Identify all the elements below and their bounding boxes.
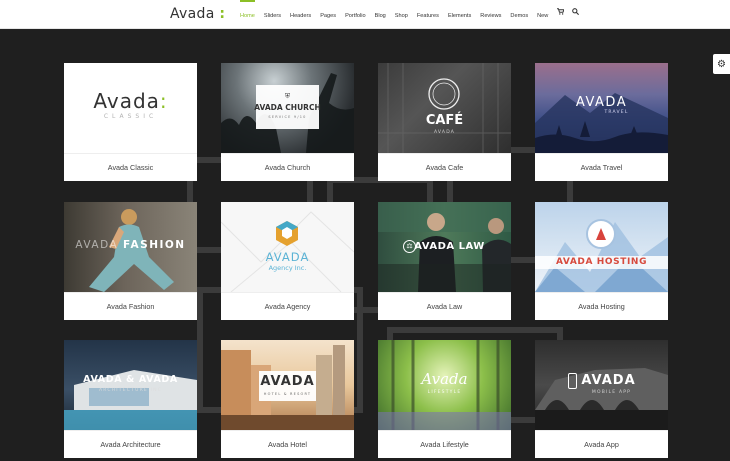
thumb-subtitle: TRAVEL <box>604 110 629 115</box>
nav-item-new[interactable]: New <box>537 0 548 29</box>
thumb-title: AVADA CHURCH <box>254 103 321 112</box>
scales-icon: ⚖ <box>403 240 416 253</box>
demo-thumbnail[interactable]: AVADA TRAVEL <box>535 63 668 153</box>
demo-card-cafe[interactable]: CAFÉ AVADA Avada Cafe <box>378 63 511 181</box>
demo-title[interactable]: Avada Agency <box>221 292 354 320</box>
demo-card-fashion[interactable]: AVADA FASHION Avada Fashion <box>64 202 197 320</box>
thumb-title: AVADA <box>265 250 310 264</box>
demo-card-law[interactable]: AVADA LAW ⚖ Avada Law <box>378 202 511 320</box>
settings-toggle[interactable]: ⚙ <box>713 54 730 74</box>
thumb-subtitle: CLASSIC <box>103 113 158 120</box>
demo-thumbnail[interactable]: AVADA LAW ⚖ <box>378 202 511 292</box>
demo-card-architecture[interactable]: AVADA & AVADA ARCHITECTURE INC Avada Arc… <box>64 340 197 458</box>
nav-item-shop[interactable]: Shop <box>395 0 408 29</box>
nav-item-home[interactable]: Home <box>240 0 255 29</box>
nav-item-portfolio[interactable]: Portfolio <box>345 0 366 29</box>
nav-item-pages[interactable]: Pages <box>320 0 336 29</box>
nav-item-sliders[interactable]: Sliders <box>264 0 281 29</box>
thumb-title: AVADA <box>575 95 628 110</box>
demo-thumbnail[interactable]: AVADA Agency Inc. <box>221 202 354 292</box>
demo-title[interactable]: Avada Hotel <box>221 430 354 458</box>
thumb-subtitle: AVADA <box>433 130 456 135</box>
demo-card-hosting[interactable]: AVADA HOSTING Avada Hosting <box>535 202 668 320</box>
thumb-title: AVADA <box>581 373 636 388</box>
logo-text: Avada <box>170 6 215 22</box>
demo-title[interactable]: Avada Fashion <box>64 292 197 320</box>
demo-title[interactable]: Avada App <box>535 430 668 458</box>
logo-accent: : <box>219 6 226 22</box>
demo-card-app[interactable]: AVADA MOBILE APP Avada App <box>535 340 668 458</box>
demo-title[interactable]: Avada Lifestyle <box>378 430 511 458</box>
shield-icon: ⛨ <box>284 92 291 100</box>
demo-title[interactable]: Avada Classic <box>64 153 197 181</box>
thumb-subtitle: MOBILE APP <box>591 390 632 395</box>
demo-card-hotel[interactable]: AVADA HOTEL & RESORT Avada Hotel <box>221 340 354 458</box>
demo-thumbnail[interactable]: AVADA & AVADA ARCHITECTURE INC <box>64 340 197 430</box>
thumb-title: Avada <box>421 370 468 388</box>
cart-icon[interactable] <box>557 0 566 29</box>
demo-thumbnail[interactable]: AVADA FASHION <box>64 202 197 292</box>
gear-icon: ⚙ <box>717 58 726 70</box>
thumb-subtitle: SERVICE 9/10 <box>268 115 307 119</box>
thumb-accent: FASHION <box>123 239 186 251</box>
mountains-image <box>535 219 668 292</box>
demo-title[interactable]: Avada Travel <box>535 153 668 181</box>
demo-thumbnail[interactable]: AVADA CHURCH SERVICE 9/10 ⛨ <box>221 63 354 153</box>
demo-title[interactable]: Avada Hosting <box>535 292 668 320</box>
thumb-subtitle: LIFESTYLE <box>427 390 462 395</box>
nav-item-features[interactable]: Features <box>417 0 439 29</box>
demo-thumbnail[interactable]: Avada: CLASSIC <box>64 63 197 153</box>
thumb-title: AVADA LAW <box>414 241 485 252</box>
search-icon[interactable] <box>572 0 580 29</box>
nav-item-reviews[interactable]: Reviews <box>480 0 501 29</box>
mobile-phone-icon <box>568 373 577 389</box>
thumb-title: AVADA HOSTING <box>555 257 648 267</box>
demo-thumbnail[interactable]: Avada LIFESTYLE <box>378 340 511 430</box>
demo-card-classic[interactable]: Avada: CLASSIC Avada Classic <box>64 63 197 181</box>
nav-item-blog[interactable]: Blog <box>375 0 386 29</box>
demo-thumbnail[interactable]: CAFÉ AVADA <box>378 63 511 153</box>
demo-title[interactable]: Avada Cafe <box>378 153 511 181</box>
thumb-title: CAFÉ <box>425 113 464 128</box>
thumb-title: AVADA & AVADA <box>83 374 178 385</box>
demo-thumbnail[interactable]: AVADA HOTEL & RESORT <box>221 340 354 430</box>
demo-thumbnail[interactable]: AVADA MOBILE APP <box>535 340 668 430</box>
main-nav: Home Sliders Headers Pages Portfolio Blo… <box>240 0 587 29</box>
demo-title[interactable]: Avada Law <box>378 292 511 320</box>
site-header: Avada : Home Sliders Headers Pages Portf… <box>0 0 730 29</box>
demo-card-agency[interactable]: AVADA Agency Inc. Avada Agency <box>221 202 354 320</box>
nav-item-elements[interactable]: Elements <box>448 0 471 29</box>
nav-item-demos[interactable]: Demos <box>510 0 528 29</box>
nav-item-headers[interactable]: Headers <box>290 0 311 29</box>
thumb-subtitle: HOTEL & RESORT <box>263 392 312 396</box>
thumb-title: Avada <box>93 89 160 113</box>
thumb-title: AVADA <box>75 239 119 251</box>
thumb-subtitle: ARCHITECTURE INC <box>98 388 163 393</box>
house-image <box>64 370 197 430</box>
site-logo[interactable]: Avada : <box>170 6 225 22</box>
thumb-title: AVADA <box>260 374 315 389</box>
cafe-interior-image <box>378 63 511 153</box>
thumb-accent: : <box>159 89 168 113</box>
demo-thumbnail[interactable]: AVADA HOSTING <box>535 202 668 292</box>
demo-card-church[interactable]: AVADA CHURCH SERVICE 9/10 ⛨ Avada Church <box>221 63 354 181</box>
demo-title[interactable]: Avada Architecture <box>64 430 197 458</box>
agency-logo-image <box>221 211 354 292</box>
demo-card-travel[interactable]: AVADA TRAVEL Avada Travel <box>535 63 668 181</box>
demo-card-lifestyle[interactable]: Avada LIFESTYLE Avada Lifestyle <box>378 340 511 458</box>
thumb-subtitle: Agency Inc. <box>268 264 307 272</box>
demo-title[interactable]: Avada Church <box>221 153 354 181</box>
